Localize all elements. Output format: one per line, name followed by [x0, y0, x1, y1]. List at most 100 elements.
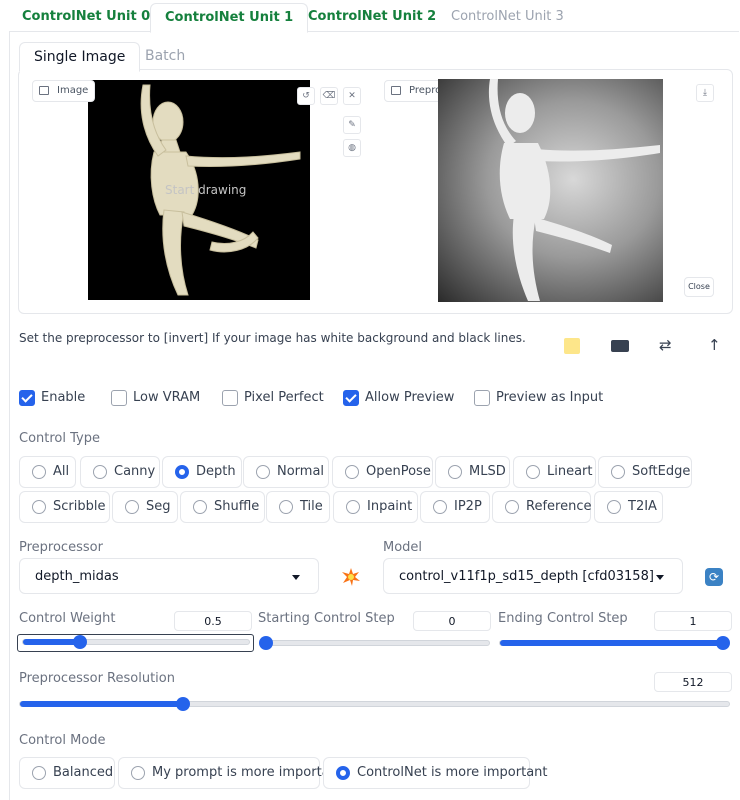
radio-mlsd[interactable]: MLSD [435, 456, 510, 488]
hint-text: Set the preprocessor to [invert] If your… [19, 331, 526, 345]
slider-knob[interactable] [259, 636, 273, 650]
slider-fill [500, 640, 723, 646]
radio-label: Tile [300, 499, 323, 514]
radio-label: Normal [277, 464, 325, 479]
radio-canny[interactable]: Canny [80, 456, 160, 488]
close-preview-button[interactable]: Close [684, 277, 714, 297]
radio-button[interactable] [32, 766, 46, 780]
tab-unit-2[interactable]: ControlNet Unit 2 [294, 3, 450, 31]
preprocessor-dropdown[interactable]: depth_midas [19, 558, 319, 594]
radio-depth[interactable]: Depth [162, 456, 242, 488]
allow-preview-checkbox[interactable] [343, 390, 359, 406]
tab-unit-0[interactable]: ControlNet Unit 0 [8, 3, 164, 31]
radio-my-prompt-more-important[interactable]: My prompt is more important [118, 757, 343, 789]
radio-label: Reference [526, 499, 592, 514]
swap-icon[interactable]: ⇄ [659, 336, 672, 354]
radio-button[interactable] [175, 465, 189, 479]
radio-ip2p[interactable]: IP2P [420, 491, 490, 523]
send-up-icon[interactable]: ↑ [708, 336, 721, 354]
radio-button[interactable] [448, 465, 462, 479]
radio-button[interactable] [526, 465, 540, 479]
low-vram-checkbox[interactable] [111, 390, 127, 406]
radio-button[interactable] [611, 465, 625, 479]
refresh-icon[interactable]: ⟳ [705, 568, 723, 586]
preprocessor-resolution-slider[interactable] [19, 697, 730, 711]
model-dropdown[interactable]: control_v11f1p_sd15_depth [cfd03158] [383, 558, 683, 594]
radio-scribble[interactable]: Scribble [19, 491, 110, 523]
radio-button[interactable] [607, 500, 621, 514]
radio-label: Scribble [53, 499, 106, 514]
palette-icon[interactable]: ◍ [343, 139, 361, 157]
slider-knob[interactable] [716, 636, 730, 650]
canvas-overlay-text: Start drawing [165, 183, 247, 197]
radio-normal[interactable]: Normal [243, 456, 329, 488]
radio-tile[interactable]: Tile [266, 491, 330, 523]
undo-icon[interactable]: ↺ [297, 87, 315, 105]
radio-button[interactable] [32, 500, 46, 514]
tab-single-image[interactable]: Single Image [19, 42, 141, 72]
preprocessor-resolution-label: Preprocessor Resolution [19, 671, 175, 686]
radio-label: Balanced [53, 765, 114, 780]
radio-button[interactable] [256, 465, 270, 479]
tab-unit-1[interactable]: ControlNet Unit 1 [150, 3, 309, 33]
radio-button[interactable] [131, 766, 145, 780]
starting-step-input[interactable]: 0 [413, 611, 491, 631]
download-icon[interactable]: ⤓ [696, 84, 714, 102]
radio-label: Inpaint [367, 499, 413, 514]
radio-button[interactable] [125, 500, 139, 514]
ending-step-slider[interactable] [499, 636, 730, 650]
starting-step-label: Starting Control Step [258, 611, 395, 626]
preview-as-input-label: Preview as Input [496, 390, 604, 405]
radio-seg[interactable]: Seg [112, 491, 178, 523]
tab-batch[interactable]: Batch [131, 42, 199, 70]
radio-button[interactable] [93, 465, 107, 479]
close-icon[interactable]: ✕ [343, 87, 361, 105]
radio-reference[interactable]: Reference [492, 491, 591, 523]
explosion-icon[interactable] [342, 568, 360, 586]
radio-all[interactable]: All [19, 456, 76, 488]
control-type-label: Control Type [19, 431, 100, 446]
image-label: Image [32, 80, 96, 102]
chevron-down-icon [292, 575, 300, 580]
memo-icon[interactable] [564, 338, 580, 354]
radio-button[interactable] [505, 500, 519, 514]
tab-unit-3[interactable]: ControlNet Unit 3 [437, 3, 578, 31]
depth-figure [488, 79, 660, 301]
radio-lineart[interactable]: Lineart [513, 456, 596, 488]
radio-button[interactable] [433, 500, 447, 514]
control-weight-input[interactable]: 0.5 [174, 611, 252, 631]
radio-t2ia[interactable]: T2IA [594, 491, 663, 523]
radio-label: OpenPose [366, 464, 431, 479]
radio-shuffle[interactable]: Shuffle [180, 491, 265, 523]
starting-step-slider[interactable] [259, 636, 490, 650]
radio-button[interactable] [346, 500, 360, 514]
low-vram-label: Low VRAM [133, 390, 201, 405]
radio-button[interactable] [336, 766, 350, 780]
model-label: Model [383, 540, 423, 555]
radio-inpaint[interactable]: Inpaint [333, 491, 418, 523]
radio-button[interactable] [32, 465, 46, 479]
preprocessor-resolution-input[interactable]: 512 [654, 672, 732, 692]
radio-button[interactable] [193, 500, 207, 514]
brush-icon[interactable]: ✎ [343, 116, 361, 134]
preprocessor-label: Preprocessor [19, 540, 103, 555]
radio-label: ControlNet is more important [357, 765, 548, 780]
image-icon [39, 85, 49, 95]
camera-icon[interactable] [611, 340, 629, 352]
radio-button[interactable] [279, 500, 293, 514]
slider-knob[interactable] [176, 697, 191, 711]
radio-softedge[interactable]: SoftEdge [598, 456, 692, 488]
eraser-icon[interactable]: ⌫ [320, 87, 338, 105]
radio-label: Seg [146, 499, 171, 514]
control-weight-slider[interactable] [22, 635, 250, 649]
radio-button[interactable] [345, 465, 359, 479]
radio-label: Depth [196, 464, 236, 479]
radio-controlnet-more-important[interactable]: ControlNet is more important [323, 757, 548, 789]
radio-balanced[interactable]: Balanced [19, 757, 115, 789]
preview-as-input-checkbox[interactable] [474, 390, 490, 406]
ending-step-input[interactable]: 1 [654, 611, 732, 631]
radio-openpose[interactable]: OpenPose [332, 456, 433, 488]
slider-knob[interactable] [72, 635, 87, 649]
enable-checkbox[interactable] [19, 390, 35, 406]
pixel-perfect-checkbox[interactable] [222, 390, 238, 406]
